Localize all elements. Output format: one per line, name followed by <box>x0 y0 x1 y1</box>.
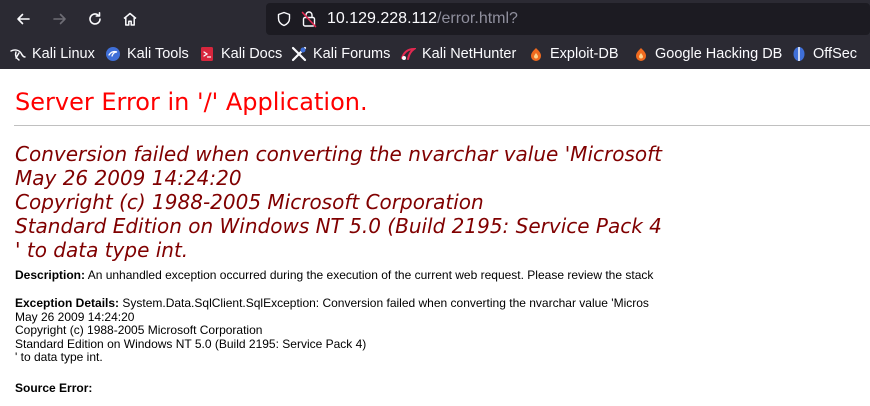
bookmark-google-hacking-db[interactable]: Google Hacking DB <box>633 38 782 69</box>
url-path: /error.html? <box>437 10 518 27</box>
kali-dragon-icon <box>10 48 26 61</box>
bookmark-kali-forums[interactable]: Kali Forums <box>291 38 390 69</box>
error-headline-line: Conversion failed when converting the nv… <box>15 142 662 166</box>
exception-details-line: ' to data type int. <box>15 350 103 364</box>
bookmark-label: OffSec <box>813 45 858 62</box>
description-label: Description: <box>15 268 86 282</box>
bookmark-label: Kali Tools <box>127 45 189 62</box>
kali-nethunter-icon <box>401 47 416 60</box>
bookmark-label: Kali NetHunter <box>422 45 517 62</box>
bookmarks-toolbar: Kali Linux Kali Tools Kali Docs Kali For… <box>0 38 870 69</box>
error-headline-line: Standard Edition on Windows NT 5.0 (Buil… <box>15 214 662 238</box>
source-error-label: Source Error: <box>15 381 93 395</box>
navigation-toolbar: 10.129.228.112/error.html? <box>0 0 870 38</box>
exception-details-line: Copyright (c) 1988-2005 Microsoft Corpor… <box>15 323 263 337</box>
bookmark-kali-tools[interactable]: Kali Tools <box>105 38 189 69</box>
offsec-icon <box>793 46 805 61</box>
address-bar[interactable]: 10.129.228.112/error.html? <box>266 3 870 35</box>
bookmark-kali-nethunter[interactable]: Kali NetHunter <box>400 38 516 69</box>
kali-forums-icon <box>291 46 307 61</box>
error-headline-line: May 26 2009 14:24:20 <box>15 166 242 190</box>
home-icon <box>123 12 137 26</box>
url-host: 10.129.228.112 <box>327 10 438 27</box>
bookmark-label: Kali Linux <box>32 45 95 62</box>
reload-icon <box>89 12 101 25</box>
bookmark-label: Kali Forums <box>313 45 391 62</box>
bookmark-offsec[interactable]: OffSec <box>791 38 857 69</box>
exception-details-line: Standard Edition on Windows NT 5.0 (Buil… <box>15 336 367 351</box>
back-arrow-icon <box>17 13 30 25</box>
tracking-protection-shield-icon[interactable] <box>276 11 292 27</box>
exception-details-label: Exception Details: <box>15 296 120 310</box>
description-text: An unhandled exception occurred during t… <box>85 268 654 282</box>
forward-button[interactable] <box>45 5 75 33</box>
ghdb-icon <box>636 47 646 61</box>
error-headline: Conversion failed when converting the nv… <box>15 142 662 262</box>
error-headline-line: ' to data type int. <box>15 238 189 262</box>
error-headline-line: Copyright (c) 1988-2005 Microsoft Corpor… <box>15 190 484 214</box>
forward-arrow-icon <box>53 13 66 25</box>
back-button[interactable] <box>8 5 38 33</box>
bookmark-label: Exploit-DB <box>550 45 619 62</box>
bookmark-exploit-db[interactable]: Exploit-DB <box>528 38 619 69</box>
bookmark-label: Google Hacking DB <box>655 45 783 62</box>
title-divider <box>14 125 870 126</box>
kali-docs-icon <box>201 46 213 61</box>
description-section: Description: An unhandled exception occu… <box>15 268 654 283</box>
home-button[interactable] <box>115 5 145 33</box>
exception-details-line: System.Data.SqlClient.SqlException: Conv… <box>119 296 649 310</box>
browser-chrome: 10.129.228.112/error.html? Kali Linux Ka… <box>0 0 870 69</box>
bookmark-kali-docs[interactable]: Kali Docs <box>199 38 282 69</box>
page-content: Server Error in '/' Application. Convers… <box>0 69 870 406</box>
exploit-db-icon <box>531 47 541 61</box>
reload-button[interactable] <box>80 5 110 33</box>
bookmark-label: Kali Docs <box>221 45 283 62</box>
kali-tools-icon <box>106 46 120 61</box>
exception-details-section: Exception Details: System.Data.SqlClient… <box>15 296 649 365</box>
insecure-lock-icon[interactable] <box>301 10 317 28</box>
bookmark-kali-linux[interactable]: Kali Linux <box>10 38 95 69</box>
exception-details-line: May 26 2009 14:24:20 <box>15 309 135 324</box>
page-title: Server Error in '/' Application. <box>15 88 368 116</box>
url-text[interactable]: 10.129.228.112/error.html? <box>327 9 518 29</box>
